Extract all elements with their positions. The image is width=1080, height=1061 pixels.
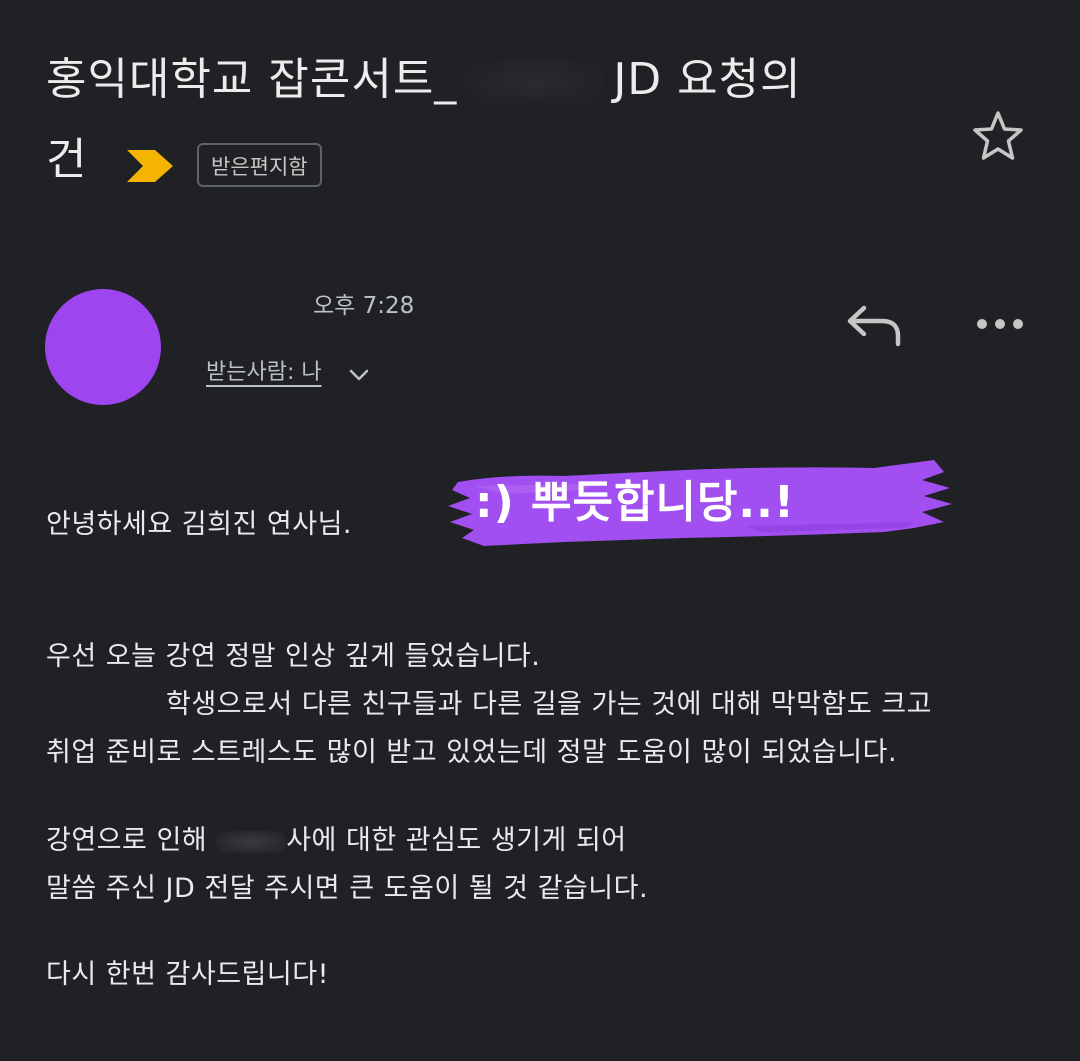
more-options-icon[interactable] <box>975 316 1025 332</box>
body-paragraph-1-line-3: 취업 준비로 스트레스도 많이 받고 있었는데 정말 도움이 많이 되었습니다. <box>46 737 898 768</box>
importance-marker-icon[interactable] <box>125 146 177 186</box>
greeting-text: 안녕하세요 김희진 연사님. <box>46 509 352 540</box>
body-paragraph-2-line-1: 강연으로 인해 사에 대한 관심도 생기게 되어 <box>46 818 627 857</box>
body-paragraph-2-line-2: 말씀 주신 JD 전달 주시면 큰 도움이 될 것 같습니다. <box>46 873 649 904</box>
subject-text: 홍익대학교 잡콘서트_ <box>46 54 458 105</box>
reply-icon[interactable] <box>844 300 904 350</box>
body-paragraph-1-line-2: 학생으로서 다른 친구들과 다른 길을 가는 것에 대해 막막함도 크고 <box>166 689 932 720</box>
body-text-segment: 사에 대한 관심도 생기게 되어 <box>286 825 627 856</box>
redacted-area <box>216 830 287 853</box>
email-subject: 홍익대학교 잡콘서트_ JD 요청의 건 <box>46 40 946 200</box>
closing-text: 다시 한번 감사드립니다! <box>46 959 329 990</box>
redacted-area <box>465 59 606 105</box>
subject-text-continued: JD 요청의 <box>613 54 802 105</box>
subject-line-2: 건 <box>46 134 88 185</box>
email-time: 오후 7:28 <box>313 293 415 319</box>
inbox-label-chip[interactable]: 받은편지함 <box>197 143 322 187</box>
sender-avatar[interactable] <box>45 289 161 405</box>
chevron-down-icon[interactable] <box>346 366 372 384</box>
star-icon[interactable] <box>970 108 1026 164</box>
recipient-details[interactable]: 받는사람: 나 <box>206 354 322 386</box>
sticker-text: :) 뿌듯합니당..! <box>475 477 795 528</box>
body-text-segment: 강연으로 인해 <box>46 825 208 856</box>
body-paragraph-1-line-1: 우선 오늘 강연 정말 인상 깊게 들었습니다. <box>46 641 541 672</box>
